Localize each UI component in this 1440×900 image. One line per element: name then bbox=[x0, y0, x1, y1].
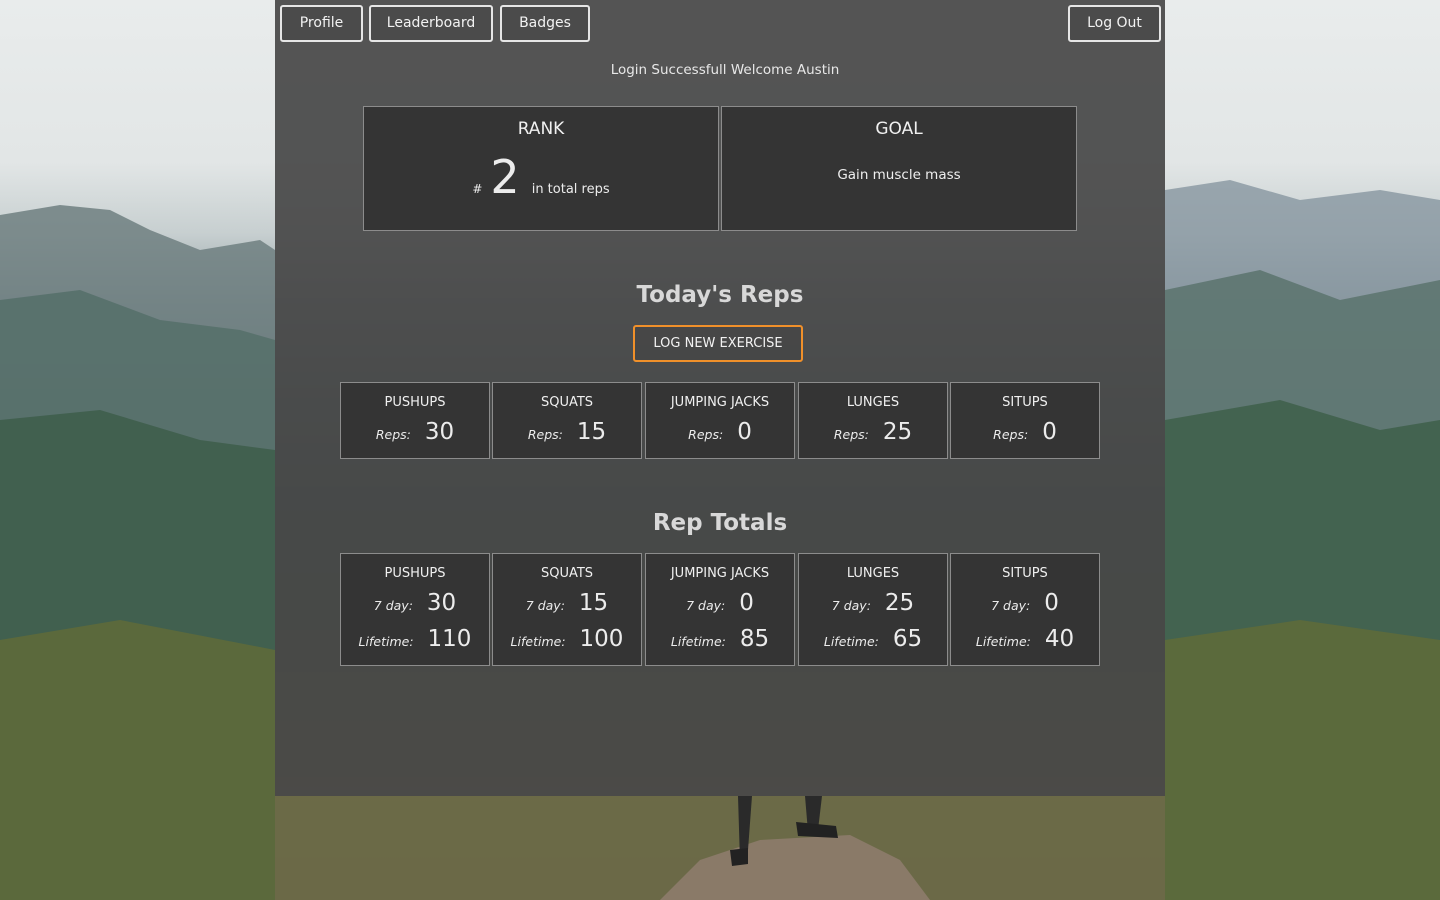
reps-line: Reps: 30 bbox=[341, 419, 489, 445]
rank-card: RANK # 2 in total reps bbox=[363, 106, 719, 231]
exercise-name: LUNGES bbox=[846, 395, 900, 410]
today-card-jumping-jacks: JUMPING JACKS Reps: 0 bbox=[645, 382, 795, 459]
totals-card-squats: SQUATS 7 day: 15 Lifetime: 100 bbox=[492, 553, 642, 666]
log-new-exercise-button[interactable]: LOG NEW EXERCISE bbox=[633, 325, 803, 362]
goal-card: GOAL Gain muscle mass bbox=[721, 106, 1077, 231]
seven-day-label: 7 day: bbox=[831, 598, 871, 613]
exercise-name: SQUATS bbox=[540, 395, 594, 410]
reps-label: Reps: bbox=[688, 427, 724, 442]
lifetime-line: Lifetime: 85 bbox=[646, 626, 794, 652]
exercise-name: SITUPS bbox=[1002, 566, 1048, 581]
lifetime-label: Lifetime: bbox=[670, 634, 726, 649]
rank-hash: # bbox=[472, 182, 483, 196]
lifetime-line: Lifetime: 40 bbox=[951, 626, 1099, 652]
seven-day-value: 0 bbox=[739, 590, 754, 616]
today-card-pushups: PUSHUPS Reps: 30 bbox=[340, 382, 490, 459]
reps-label: Reps: bbox=[833, 427, 869, 442]
profile-button[interactable]: Profile bbox=[280, 5, 363, 42]
seven-day-line: 7 day: 0 bbox=[951, 590, 1099, 616]
lifetime-label: Lifetime: bbox=[358, 634, 414, 649]
lifetime-line: Lifetime: 65 bbox=[799, 626, 947, 652]
reps-value: 15 bbox=[576, 419, 607, 445]
seven-day-label: 7 day: bbox=[373, 598, 413, 613]
seven-day-value: 0 bbox=[1044, 590, 1059, 616]
reps-value: 25 bbox=[882, 419, 913, 445]
totals-card-pushups: PUSHUPS 7 day: 30 Lifetime: 110 bbox=[340, 553, 490, 666]
lifetime-line: Lifetime: 100 bbox=[493, 626, 641, 652]
badges-button[interactable]: Badges bbox=[500, 5, 590, 42]
reps-label: Reps: bbox=[375, 427, 411, 442]
logout-button[interactable]: Log Out bbox=[1068, 5, 1161, 42]
rank-row: # 2 in total reps bbox=[364, 147, 718, 207]
exercise-name: LUNGES bbox=[846, 566, 900, 581]
today-card-situps: SITUPS Reps: 0 bbox=[950, 382, 1100, 459]
goal-text: Gain muscle mass bbox=[837, 167, 961, 183]
exercise-name: SQUATS bbox=[540, 566, 594, 581]
todays-reps-heading: Today's Reps bbox=[636, 282, 804, 308]
seven-day-line: 7 day: 25 bbox=[799, 590, 947, 616]
rank-suffix: in total reps bbox=[531, 182, 610, 197]
reps-line: Reps: 0 bbox=[646, 419, 794, 445]
welcome-message: Login Successfull Welcome Austin bbox=[610, 62, 840, 78]
goal-title: GOAL bbox=[875, 119, 923, 139]
lifetime-value: 85 bbox=[739, 626, 770, 652]
lifetime-label: Lifetime: bbox=[975, 634, 1031, 649]
lifetime-label: Lifetime: bbox=[510, 634, 566, 649]
lifetime-value: 65 bbox=[892, 626, 923, 652]
lifetime-value: 100 bbox=[579, 626, 624, 652]
exercise-name: SITUPS bbox=[1002, 395, 1048, 410]
reps-line: Reps: 0 bbox=[951, 419, 1099, 445]
reps-line: Reps: 15 bbox=[493, 419, 641, 445]
lifetime-line: Lifetime: 110 bbox=[341, 626, 489, 652]
reps-label: Reps: bbox=[527, 427, 563, 442]
seven-day-line: 7 day: 0 bbox=[646, 590, 794, 616]
exercise-name: PUSHUPS bbox=[384, 395, 446, 410]
lifetime-label: Lifetime: bbox=[823, 634, 879, 649]
reps-line: Reps: 25 bbox=[799, 419, 947, 445]
seven-day-label: 7 day: bbox=[686, 598, 726, 613]
seven-day-line: 7 day: 15 bbox=[493, 590, 641, 616]
seven-day-value: 15 bbox=[578, 590, 609, 616]
rep-totals-heading: Rep Totals bbox=[652, 510, 788, 536]
exercise-name: JUMPING JACKS bbox=[670, 566, 770, 581]
reps-value: 0 bbox=[1042, 419, 1057, 445]
dashboard-panel: Profile Leaderboard Badges Log Out Login… bbox=[275, 0, 1165, 796]
seven-day-value: 30 bbox=[426, 590, 457, 616]
lifetime-value: 110 bbox=[427, 626, 472, 652]
seven-day-label: 7 day: bbox=[525, 598, 565, 613]
reps-value: 30 bbox=[424, 419, 455, 445]
totals-card-situps: SITUPS 7 day: 0 Lifetime: 40 bbox=[950, 553, 1100, 666]
seven-day-line: 7 day: 30 bbox=[341, 590, 489, 616]
leaderboard-button[interactable]: Leaderboard bbox=[369, 5, 493, 42]
totals-card-lunges: LUNGES 7 day: 25 Lifetime: 65 bbox=[798, 553, 948, 666]
today-card-lunges: LUNGES Reps: 25 bbox=[798, 382, 948, 459]
exercise-name: JUMPING JACKS bbox=[670, 395, 770, 410]
rank-value: 2 bbox=[490, 150, 520, 204]
totals-card-jumping-jacks: JUMPING JACKS 7 day: 0 Lifetime: 85 bbox=[645, 553, 795, 666]
exercise-name: PUSHUPS bbox=[384, 566, 446, 581]
today-card-squats: SQUATS Reps: 15 bbox=[492, 382, 642, 459]
seven-day-label: 7 day: bbox=[991, 598, 1031, 613]
lifetime-value: 40 bbox=[1044, 626, 1075, 652]
seven-day-value: 25 bbox=[884, 590, 915, 616]
reps-label: Reps: bbox=[993, 427, 1029, 442]
rank-title: RANK bbox=[517, 119, 565, 139]
rep-totals-row: PUSHUPS 7 day: 30 Lifetime: 110 SQUATS 7… bbox=[340, 553, 1100, 666]
todays-reps-row: PUSHUPS Reps: 30 SQUATS Reps: 15 JUMPING… bbox=[340, 382, 1100, 459]
reps-value: 0 bbox=[737, 419, 752, 445]
